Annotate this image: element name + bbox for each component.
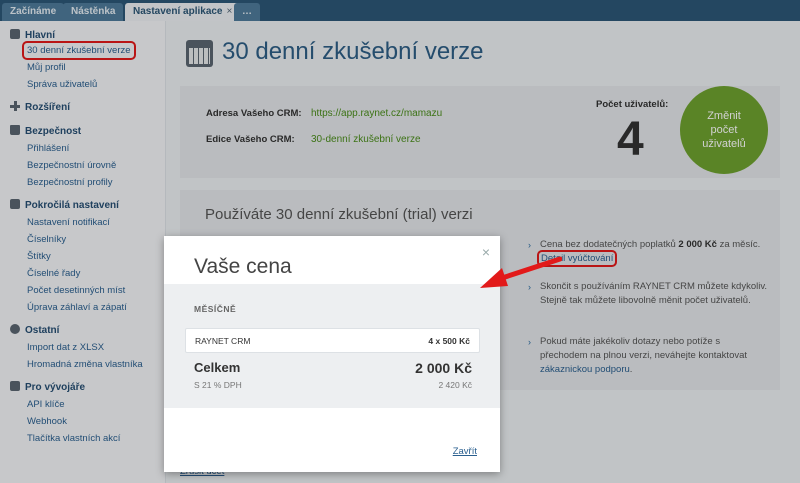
close-link[interactable]: Zavřít [453, 446, 477, 457]
vat-label: S 21 % DPH [194, 380, 242, 390]
modal-title: Vaše cena [194, 255, 292, 278]
line-name: RAYNET CRM [195, 336, 251, 346]
total-value: 2 000 Kč [415, 360, 472, 376]
billing-frequency: MĚSÍČNĚ [194, 304, 237, 314]
vat-value: 2 420 Kč [438, 380, 472, 390]
total-label: Celkem [194, 360, 241, 375]
price-modal: × Vaše cena MĚSÍČNĚ RAYNET CRM 4 x 500 K… [164, 236, 500, 472]
price-line: RAYNET CRM 4 x 500 Kč [185, 328, 480, 353]
line-price: 4 x 500 Kč [428, 336, 470, 346]
close-icon[interactable]: × [482, 244, 490, 260]
